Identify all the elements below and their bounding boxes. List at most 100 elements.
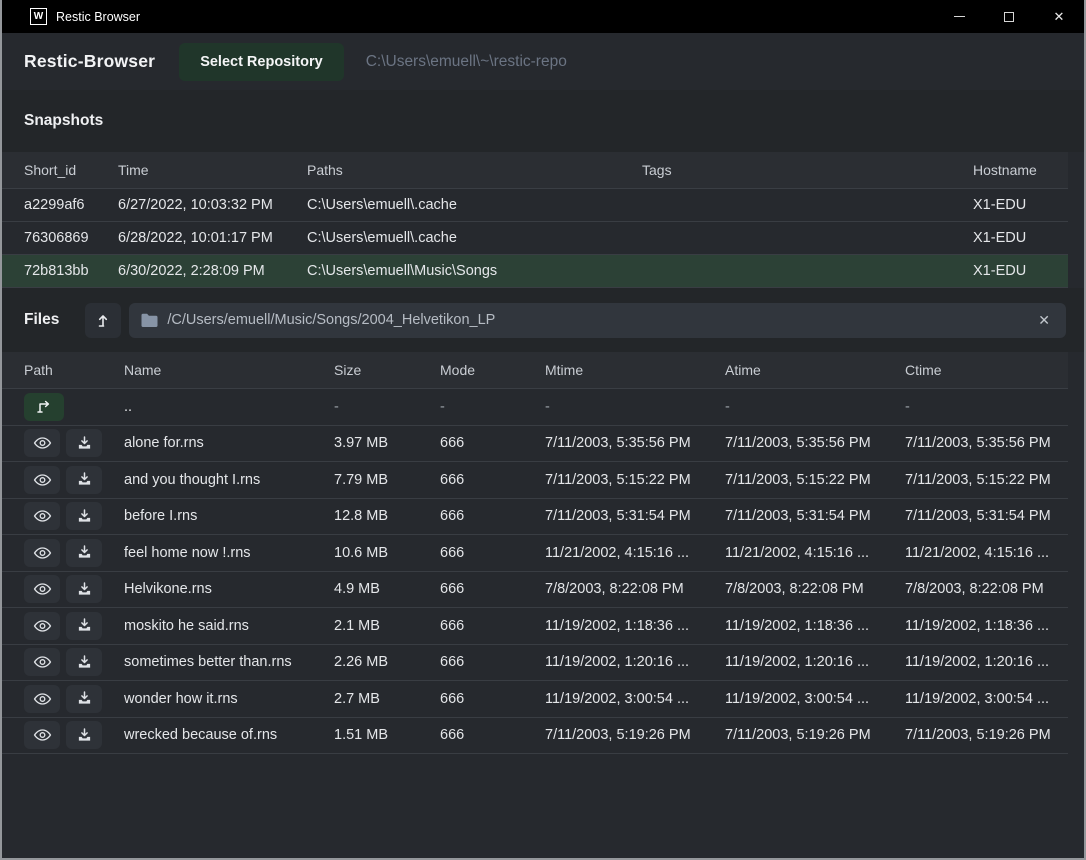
column-header-time: Time: [118, 162, 307, 178]
preview-file-button[interactable]: [24, 721, 60, 749]
snapshots-section-header: Snapshots: [2, 90, 1084, 152]
file-size: 10.6 MB: [334, 545, 440, 561]
download-file-button[interactable]: [66, 721, 102, 749]
files-path-field[interactable]: /C/Users/emuell/Music/Songs/2004_Helveti…: [129, 303, 1066, 338]
go-to-parent-button[interactable]: [24, 393, 64, 421]
file-atime: 7/11/2003, 5:31:54 PM: [725, 508, 905, 524]
file-size: 2.1 MB: [334, 618, 440, 634]
snapshot-time: 6/27/2022, 10:03:32 PM: [118, 197, 307, 213]
folder-icon: [141, 313, 158, 328]
file-ctime: 11/19/2002, 1:18:36 ...: [905, 618, 1068, 634]
download-icon: [77, 728, 92, 743]
file-name[interactable]: wrecked because of.rns: [124, 727, 334, 743]
file-mode: -: [440, 399, 545, 415]
file-atime: 11/19/2002, 1:18:36 ...: [725, 618, 905, 634]
file-row: wonder how it.rns 2.7 MB 666 11/19/2002,…: [2, 681, 1068, 718]
snapshot-row[interactable]: a2299af6 6/27/2022, 10:03:32 PM C:\Users…: [2, 189, 1068, 222]
file-atime: 7/11/2003, 5:15:22 PM: [725, 472, 905, 488]
download-file-button[interactable]: [66, 502, 102, 530]
dump-snapshot-button[interactable]: [85, 303, 121, 338]
download-file-button[interactable]: [66, 612, 102, 640]
file-size: 3.97 MB: [334, 435, 440, 451]
preview-file-button[interactable]: [24, 612, 60, 640]
file-name[interactable]: moskito he said.rns: [124, 618, 334, 634]
select-repository-button[interactable]: Select Repository: [179, 43, 344, 81]
preview-file-button[interactable]: [24, 502, 60, 530]
snapshot-short-id: a2299af6: [24, 197, 118, 213]
clear-path-button[interactable]: ✕: [1034, 312, 1054, 329]
close-button[interactable]: ✕: [1034, 0, 1084, 33]
file-name[interactable]: and you thought I.rns: [124, 472, 334, 488]
download-icon: [77, 618, 92, 633]
up-arrow-from-bar-icon: [95, 312, 111, 328]
file-name[interactable]: ..: [124, 399, 334, 415]
eye-icon: [33, 655, 52, 669]
file-atime: -: [725, 399, 905, 415]
file-atime: 11/21/2002, 4:15:16 ...: [725, 545, 905, 561]
file-ctime: 11/19/2002, 1:20:16 ...: [905, 654, 1068, 670]
preview-file-button[interactable]: [24, 466, 60, 494]
file-mtime: 7/11/2003, 5:35:56 PM: [545, 435, 725, 451]
download-file-button[interactable]: [66, 539, 102, 567]
file-mode: 666: [440, 581, 545, 597]
file-mode: 666: [440, 435, 545, 451]
parent-directory-icon: [35, 400, 53, 414]
snapshot-hostname: X1-EDU: [973, 263, 1068, 279]
preview-file-button[interactable]: [24, 429, 60, 457]
file-mtime: 11/21/2002, 4:15:16 ...: [545, 545, 725, 561]
download-file-button[interactable]: [66, 685, 102, 713]
file-ctime: 7/8/2003, 8:22:08 PM: [905, 581, 1068, 597]
column-header-atime: Atime: [725, 362, 905, 378]
download-file-button[interactable]: [66, 466, 102, 494]
files-table-body: alone for.rns 3.97 MB 666 7/11/2003, 5:3…: [2, 426, 1068, 755]
file-atime: 7/11/2003, 5:19:26 PM: [725, 727, 905, 743]
file-mtime: -: [545, 399, 725, 415]
file-size: 2.26 MB: [334, 654, 440, 670]
snapshot-time: 6/30/2022, 2:28:09 PM: [118, 263, 307, 279]
window-title: Restic Browser: [56, 10, 140, 24]
file-mtime: 11/19/2002, 1:18:36 ...: [545, 618, 725, 634]
eye-icon: [33, 728, 52, 742]
file-name[interactable]: before I.rns: [124, 508, 334, 524]
download-icon: [77, 582, 92, 597]
preview-file-button[interactable]: [24, 575, 60, 603]
snapshot-short-id: 72b813bb: [24, 263, 118, 279]
file-name[interactable]: Helvikone.rns: [124, 581, 334, 597]
preview-file-button[interactable]: [24, 685, 60, 713]
file-size: 7.79 MB: [334, 472, 440, 488]
snapshot-row[interactable]: 76306869 6/28/2022, 10:01:17 PM C:\Users…: [2, 222, 1068, 255]
preview-file-button[interactable]: [24, 539, 60, 567]
close-icon: ✕: [1054, 9, 1065, 25]
column-header-name: Name: [124, 362, 334, 378]
file-size: 2.7 MB: [334, 691, 440, 707]
file-mode: 666: [440, 691, 545, 707]
minimize-icon: [954, 16, 965, 17]
file-mtime: 7/11/2003, 5:31:54 PM: [545, 508, 725, 524]
file-mode: 666: [440, 618, 545, 634]
file-mode: 666: [440, 727, 545, 743]
maximize-button[interactable]: [984, 0, 1034, 33]
column-header-path: Path: [24, 362, 124, 378]
snapshot-row[interactable]: 72b813bb 6/30/2022, 2:28:09 PM C:\Users\…: [2, 255, 1068, 288]
file-name[interactable]: feel home now !.rns: [124, 545, 334, 561]
file-ctime: 7/11/2003, 5:35:56 PM: [905, 435, 1068, 451]
preview-file-button[interactable]: [24, 648, 60, 676]
eye-icon: [33, 582, 52, 596]
download-file-button[interactable]: [66, 648, 102, 676]
download-file-button[interactable]: [66, 575, 102, 603]
files-table-header: Path Name Size Mode Mtime Atime Ctime: [2, 352, 1068, 389]
download-file-button[interactable]: [66, 429, 102, 457]
snapshots-table-header: Short_id Time Paths Tags Hostname: [2, 152, 1068, 189]
file-row: sometimes better than.rns 2.26 MB 666 11…: [2, 645, 1068, 682]
file-mtime: 11/19/2002, 3:00:54 ...: [545, 691, 725, 707]
minimize-button[interactable]: [934, 0, 984, 33]
download-icon: [77, 436, 92, 451]
file-name[interactable]: wonder how it.rns: [124, 691, 334, 707]
download-icon: [77, 655, 92, 670]
file-name[interactable]: alone for.rns: [124, 435, 334, 451]
column-header-mtime: Mtime: [545, 362, 725, 378]
file-name[interactable]: sometimes better than.rns: [124, 654, 334, 670]
file-mode: 666: [440, 508, 545, 524]
file-size: 12.8 MB: [334, 508, 440, 524]
eye-icon: [33, 473, 52, 487]
